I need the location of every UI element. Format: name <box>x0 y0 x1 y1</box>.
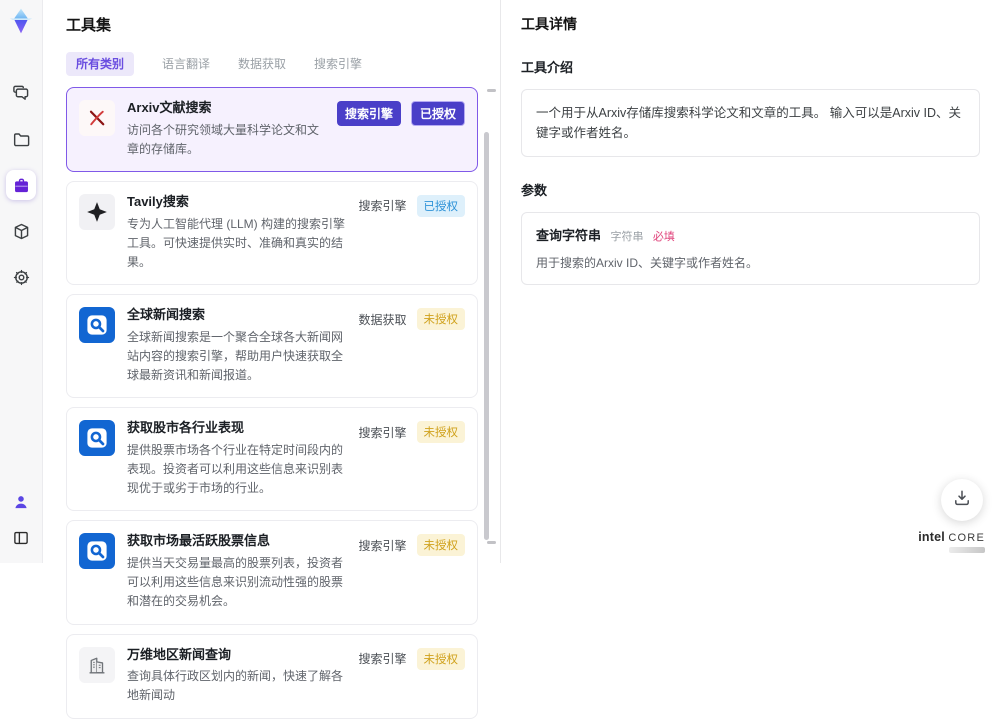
tool-card[interactable]: Arxiv文献搜索 访问各个研究领域大量科学论文和文章的存储库。 搜索引擎 已授… <box>66 87 478 172</box>
tool-description: 访问各个研究领域大量科学论文和文章的存储库。 <box>127 122 320 156</box>
tool-title: 获取股市各行业表现 <box>127 420 245 436</box>
download-button[interactable] <box>941 479 983 521</box>
news-search-icon <box>79 307 115 344</box>
tool-title: 万维地区新闻查询 <box>127 646 232 662</box>
settings-icon <box>12 268 31 287</box>
news-search-icon <box>79 533 115 570</box>
sidebar-item-package[interactable] <box>6 216 36 246</box>
detail-title: 工具详情 <box>521 16 577 32</box>
tab-all-categories[interactable]: 所有类别 <box>66 52 135 76</box>
status-badge: 未授权 <box>416 647 465 670</box>
status-badge: 未授权 <box>416 534 465 557</box>
status-badge: 已授权 <box>416 194 465 217</box>
toolbox-icon <box>12 176 31 195</box>
status-badge: 已授权 <box>410 101 465 126</box>
tool-title: 全球新闻搜索 <box>127 307 206 323</box>
tool-title: Arxiv文献搜索 <box>127 100 212 115</box>
tool-description: 全球新闻搜索是一个聚合全球各大新闻网站内容的搜索引擎，帮助用户快速获取全球最新资… <box>127 329 344 383</box>
status-badge: 未授权 <box>416 421 465 444</box>
tab-search-engine[interactable]: 搜索引擎 <box>314 58 362 70</box>
sidebar-nav <box>6 78 36 292</box>
tool-list: Arxiv文献搜索 访问各个研究领域大量科学论文和文章的存储库。 搜索引擎 已授… <box>66 87 478 719</box>
scroll-up-indicator[interactable] <box>487 89 496 92</box>
sidebar-item-settings[interactable] <box>6 262 36 292</box>
tool-list-panel: 工具集 所有类别 语言翻译 数据获取 搜索引擎 Arxiv文献搜索 访问各个研究领域大… <box>42 0 500 719</box>
category-badge: 搜索引擎 <box>358 425 407 440</box>
tool-detail-panel: 工具详情 工具介绍 一个用于从Arxiv存储库搜索科学论文和文章的工具。 输入可… <box>500 0 1000 563</box>
param-card: 查询字符串 字符串 必填 用于搜索的Arxiv ID、关键字或作者姓名。 <box>521 212 980 285</box>
intro-text: 一个用于从Arxiv存储库搜索科学论文和文章的工具。 输入可以是Arxiv ID… <box>521 89 980 157</box>
intel-badge-bar <box>949 547 985 553</box>
tab-data-fetch[interactable]: 数据获取 <box>238 58 286 70</box>
param-type: 字符串 <box>610 231 644 243</box>
tool-description: 提供股票市场各个行业在特定时间段内的表现。投资者可以利用这些信息来识别表现优于或… <box>127 442 344 496</box>
package-icon <box>12 222 31 241</box>
sidebar-item-folder[interactable] <box>6 124 36 154</box>
intel-brand-text: intel <box>918 530 945 544</box>
sidebar-item-panel-toggle[interactable] <box>8 525 34 551</box>
tool-card[interactable]: 全球新闻搜索 全球新闻搜索是一个聚合全球各大新闻网站内容的搜索引擎，帮助用户快速… <box>66 294 478 399</box>
params-heading: 参数 <box>521 183 548 198</box>
tool-card[interactable]: Tavily搜索 专为人工智能代理 (LLM) 构建的搜索引擎工具。可快速提供实… <box>66 180 478 286</box>
sidebar-item-user[interactable] <box>8 489 34 515</box>
status-badge: 未授权 <box>416 308 465 331</box>
param-required-badge: 必填 <box>652 231 675 243</box>
tavily-icon <box>79 193 115 230</box>
tab-language-translation[interactable]: 语言翻译 <box>162 58 210 70</box>
category-badge: 搜索引擎 <box>358 538 407 553</box>
folder-icon <box>12 130 31 149</box>
user-icon <box>12 493 30 511</box>
chat-icon <box>12 84 31 103</box>
tool-description: 查询具体行政区划内的新闻，快速了解各地新闻动 <box>127 669 344 703</box>
app-logo-icon <box>6 6 36 36</box>
scroll-down-indicator[interactable] <box>487 541 496 544</box>
main-area: 工具集 所有类别 语言翻译 数据获取 搜索引擎 Arxiv文献搜索 访问各个研究领域大… <box>42 0 1000 719</box>
news-search-icon <box>79 420 115 457</box>
page-title: 工具集 <box>66 17 112 34</box>
sidebar-item-chat[interactable] <box>6 78 36 108</box>
category-badge: 搜索引擎 <box>358 199 407 214</box>
arxiv-icon <box>79 100 115 136</box>
download-icon <box>952 488 972 513</box>
category-badge: 数据获取 <box>358 312 407 327</box>
list-scrollbar[interactable] <box>484 132 489 540</box>
tool-card[interactable]: 万维地区新闻查询 查询具体行政区划内的新闻，快速了解各地新闻动 搜索引擎 未授权 <box>66 633 478 719</box>
sidebar-bottom <box>8 489 34 551</box>
building-icon <box>79 646 115 683</box>
category-badge: 搜索引擎 <box>336 101 401 126</box>
intro-heading: 工具介绍 <box>521 60 574 75</box>
category-badge: 搜索引擎 <box>358 652 407 667</box>
tool-title: Tavily搜索 <box>127 193 189 209</box>
tool-card[interactable]: 获取市场最活跃股票信息 提供当天交易量最高的股票列表，投资者可以利用这些信息来识… <box>66 520 478 625</box>
param-description: 用于搜索的Arxiv ID、关键字或作者姓名。 <box>536 256 759 270</box>
sidebar <box>0 0 43 563</box>
category-tabs: 所有类别 语言翻译 数据获取 搜索引擎 <box>66 52 500 76</box>
param-header: 查询字符串 字符串 必填 <box>536 225 965 245</box>
intel-product-text: core <box>948 532 985 544</box>
param-name: 查询字符串 <box>536 228 602 243</box>
panel-toggle-icon <box>12 529 30 547</box>
tool-title: 获取市场最活跃股票信息 <box>127 533 271 549</box>
tool-description: 专为人工智能代理 (LLM) 构建的搜索引擎工具。可快速提供实时、准确和真实的结… <box>127 216 346 269</box>
tool-card[interactable]: 获取股市各行业表现 提供股票市场各个行业在特定时间段内的表现。投资者可以利用这些… <box>66 407 478 512</box>
sidebar-item-toolbox[interactable] <box>6 170 36 200</box>
intel-core-badge: intel core <box>918 531 985 553</box>
